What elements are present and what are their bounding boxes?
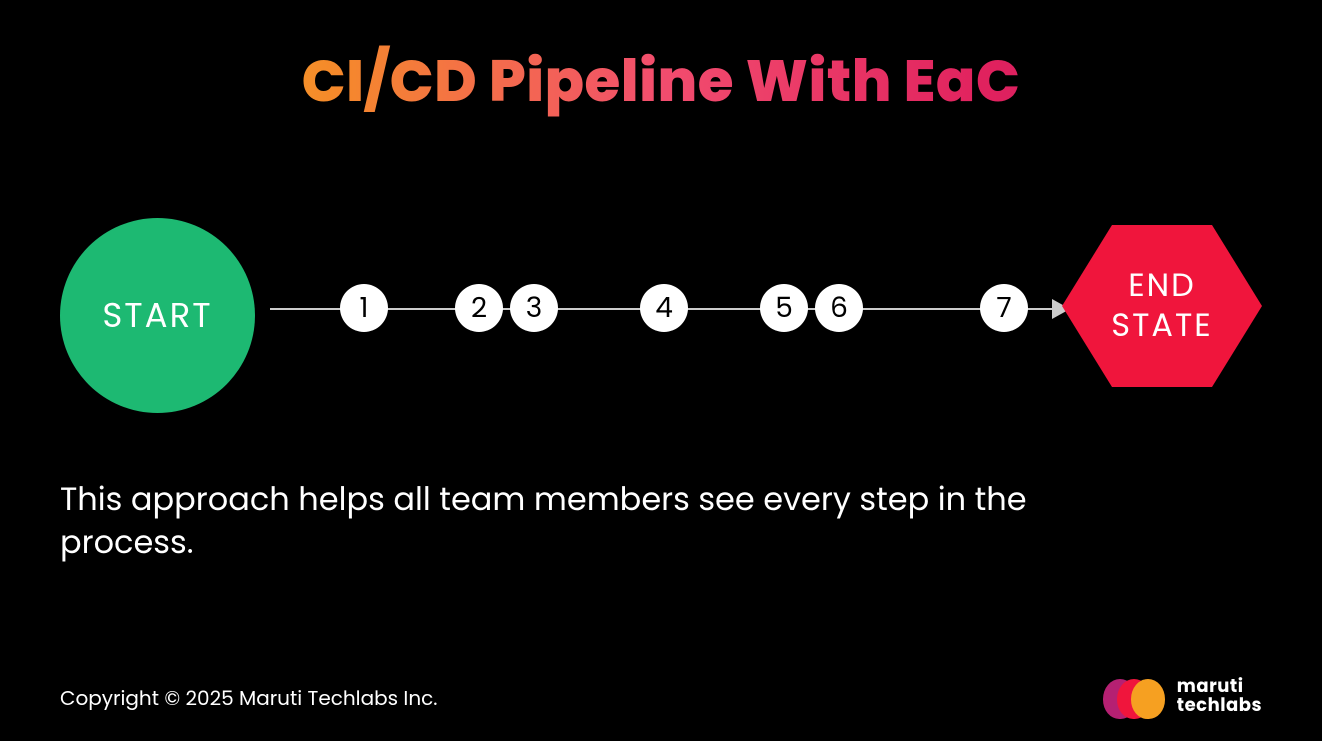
- logo-line2: techlabs: [1177, 697, 1262, 716]
- brand-logo: maruti techlabs: [1103, 675, 1262, 719]
- pipeline-step-5: 5: [760, 284, 808, 332]
- description-text: This approach helps all team members see…: [60, 478, 1060, 564]
- pipeline-step-2: 2: [455, 284, 503, 332]
- pipeline-step-3: 3: [510, 284, 558, 332]
- end-node: END STATE: [1062, 216, 1262, 396]
- pipeline-step-4: 4: [640, 284, 688, 332]
- pipeline-diagram: START 1 23 4 56 7 END STATE: [60, 198, 1262, 418]
- pipeline-step-1: 1: [340, 284, 388, 332]
- end-label: END STATE: [1111, 266, 1212, 346]
- logo-text: maruti techlabs: [1177, 678, 1262, 716]
- logo-mark-icon: [1103, 675, 1165, 719]
- start-label: START: [102, 290, 212, 341]
- copyright-text: Copyright © 2025 Maruti Techlabs Inc.: [60, 683, 437, 713]
- pipeline-step-7: 7: [980, 284, 1028, 332]
- start-node: START: [60, 218, 255, 413]
- pipeline-step-6: 6: [815, 284, 863, 332]
- diagram-title: CI/CD Pipeline With EaC: [0, 38, 1322, 125]
